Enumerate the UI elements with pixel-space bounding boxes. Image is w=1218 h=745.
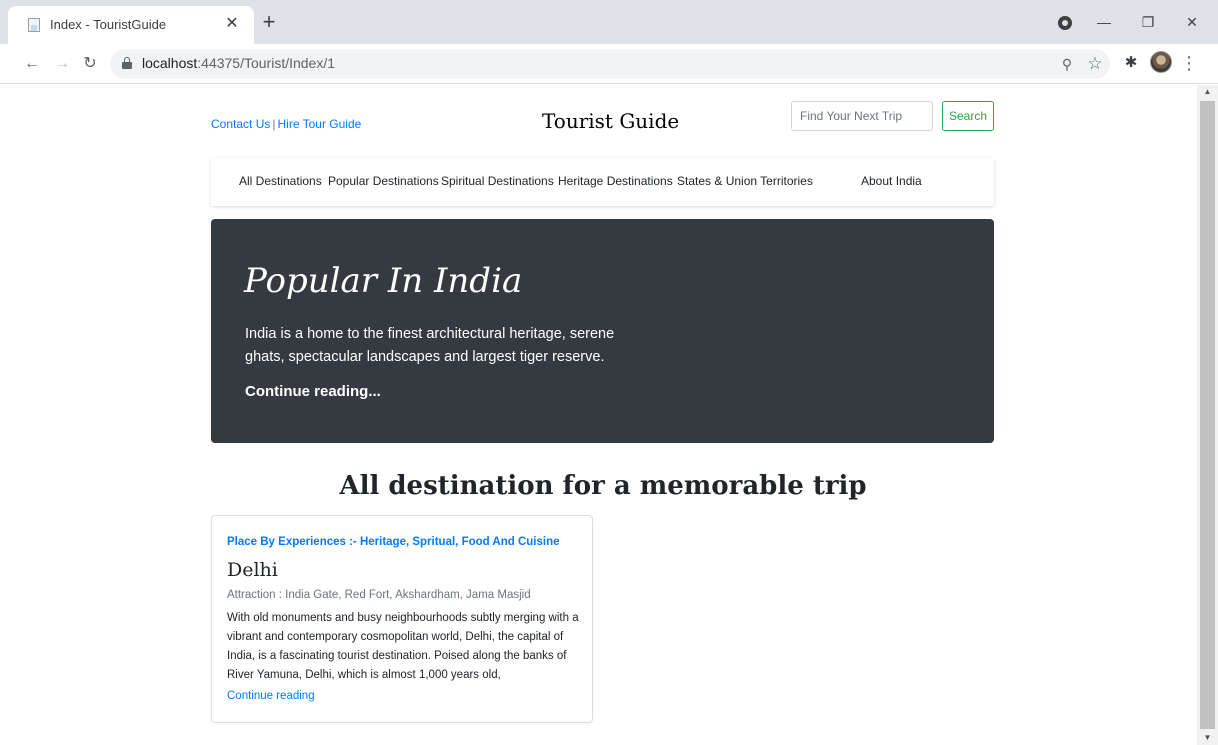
nav-item-all-destinations[interactable]: All Destinations [239, 174, 322, 188]
hero-title: Popular In India [244, 261, 523, 301]
restore-icon[interactable]: ❐ [1128, 8, 1168, 36]
destination-card: Place By Experiences :- Heritage, Spritu… [211, 515, 593, 723]
header-links: Contact Us | Hire Tour Guide [211, 117, 361, 131]
section-title: All destination for a memorable trip [339, 471, 867, 501]
menu-icon[interactable]: ⋮ [1180, 52, 1198, 74]
card-title: Delhi [227, 559, 278, 581]
plus-icon[interactable]: + [258, 11, 280, 34]
hire-tour-guide-link[interactable]: Hire Tour Guide [277, 117, 361, 131]
nav-item-heritage-destinations[interactable]: Heritage Destinations [558, 174, 673, 188]
browser-tab[interactable]: Index - TouristGuide ✕ [8, 6, 254, 44]
extension-icon[interactable] [1058, 16, 1072, 30]
window-close-icon[interactable]: ✕ [1172, 8, 1212, 36]
zoom-icon[interactable]: ⚲ [1056, 53, 1078, 75]
hero-banner: Popular In India India is a home to the … [211, 219, 994, 443]
minimize-icon[interactable]: — [1084, 8, 1124, 36]
site-title[interactable]: Tourist Guide [542, 109, 679, 133]
nav-item-popular-destinations[interactable]: Popular Destinations [328, 174, 439, 188]
star-icon[interactable]: ☆ [1084, 53, 1106, 75]
card-attraction: Attraction : India Gate, Red Fort, Aksha… [227, 589, 531, 601]
main-nav: All Destinations Popular Destinations Sp… [211, 158, 994, 206]
browser-tabstrip: Index - TouristGuide ✕ + — ❐ ✕ [0, 0, 1218, 44]
card-category: Place By Experiences :- Heritage, Spritu… [227, 536, 560, 548]
tab-title: Index - TouristGuide [50, 17, 167, 32]
url-text: localhost:44375/Tourist/Index/1 [142, 55, 336, 71]
contact-us-link[interactable]: Contact Us [211, 117, 270, 131]
reload-icon[interactable]: ↻ [78, 52, 102, 76]
lock-icon[interactable] [122, 57, 132, 69]
search-button[interactable]: Search [942, 101, 994, 131]
puzzle-icon[interactable]: ✱ [1120, 52, 1142, 74]
nav-item-about-india[interactable]: About India [861, 174, 922, 188]
search-input[interactable] [791, 101, 933, 131]
scroll-up-arrow-icon[interactable]: ▲ [1197, 85, 1218, 99]
browser-toolbar: ← → ↻ localhost:44375/Tourist/Index/1 ⚲ … [0, 44, 1218, 84]
card-description: With old monuments and busy neighbourhoo… [227, 612, 579, 681]
page-scrollbar[interactable]: ▲ ▼ [1197, 85, 1218, 745]
site-header: Contact Us | Hire Tour Guide Tourist Guide… [211, 99, 994, 149]
header-separator: | [272, 117, 276, 131]
forward-arrow-icon[interactable]: → [50, 52, 74, 76]
back-arrow-icon[interactable]: ← [20, 52, 44, 76]
address-bar[interactable]: localhost:44375/Tourist/Index/1 ⚲ ☆ [110, 49, 1110, 79]
avatar[interactable] [1150, 51, 1172, 73]
page-favicon-icon [28, 18, 40, 32]
nav-item-states-union-territories[interactable]: States & Union Territories [677, 174, 813, 188]
nav-item-spiritual-destinations[interactable]: Spiritual Destinations [441, 174, 554, 188]
scroll-down-arrow-icon[interactable]: ▼ [1197, 731, 1218, 745]
page-viewport: Contact Us | Hire Tour Guide Tourist Guide… [0, 85, 1197, 745]
scrollbar-thumb[interactable] [1200, 101, 1215, 729]
hero-continue-reading-link[interactable]: Continue reading... [245, 383, 381, 400]
hero-lead: India is a home to the finest architectu… [245, 326, 615, 365]
close-icon[interactable]: ✕ [221, 13, 243, 35]
card-continue-reading-link[interactable]: Continue reading [227, 690, 315, 702]
